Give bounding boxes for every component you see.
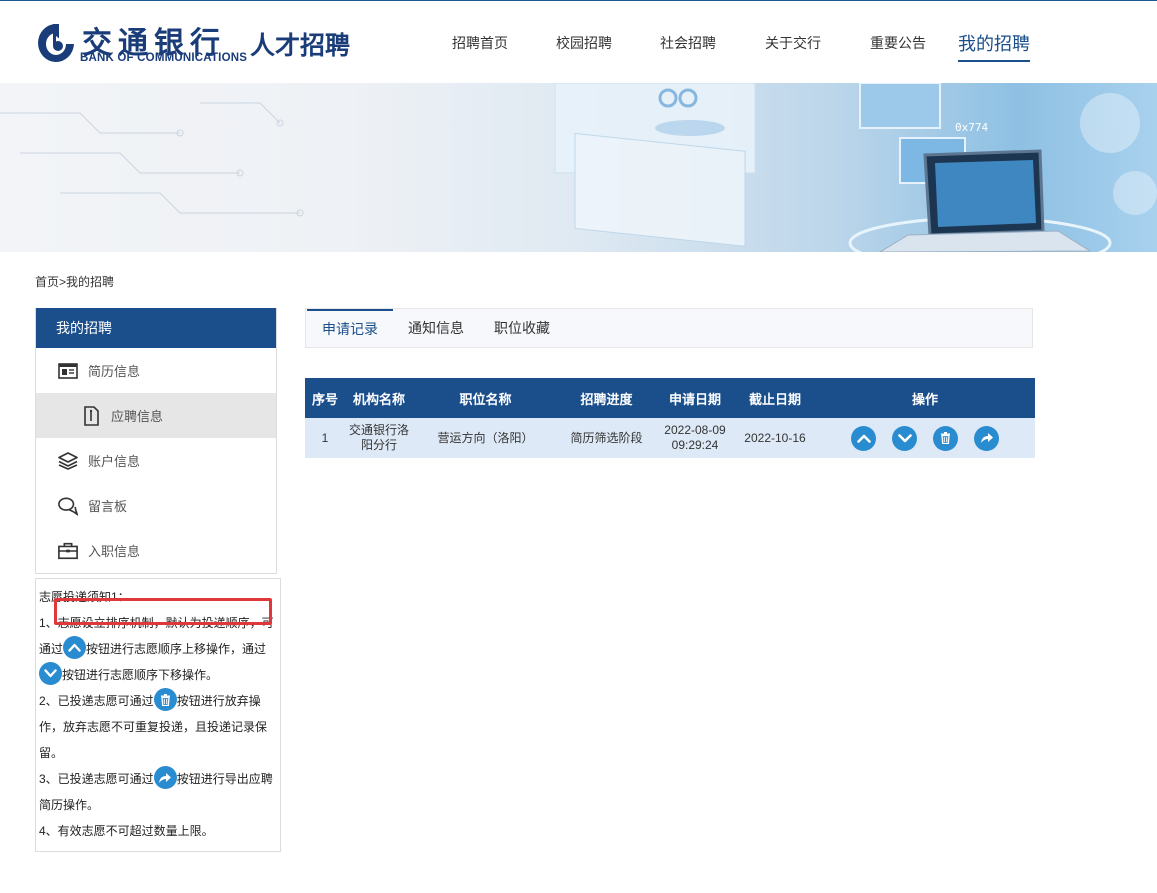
nav-home[interactable]: 招聘首页 xyxy=(452,1,508,84)
notice-title: 志愿投递须知1： xyxy=(39,590,130,604)
sidebar: 我的招聘 简历信息 应聘信息 账户信息 留言板 入职信息 xyxy=(35,308,277,574)
col-header-progress: 招聘进度 xyxy=(558,378,655,418)
briefcase-icon xyxy=(58,541,78,561)
document-icon xyxy=(81,405,101,426)
move-down-icon xyxy=(39,662,62,686)
tab-notifications[interactable]: 通知信息 xyxy=(393,309,479,347)
logo[interactable]: 交通银行 BANK OF COMMUNICATIONS 人才招聘 xyxy=(36,19,350,69)
sidebar-item-onboarding[interactable]: 入职信息 xyxy=(36,528,276,573)
trash-icon xyxy=(153,688,177,712)
bank-logo-icon xyxy=(38,24,74,62)
banner-illustration: 0x774 xyxy=(0,83,1157,252)
breadcrumb: 首页>我的招聘 xyxy=(35,273,114,290)
table-header-row: 序号 机构名称 职位名称 招聘进度 申请日期 截止日期 操作 xyxy=(305,378,1035,418)
logo-english-name: BANK OF COMMUNICATIONS xyxy=(80,52,248,64)
cell-position: 营运方向（洛阳） xyxy=(413,418,558,458)
nav-social[interactable]: 社会招聘 xyxy=(660,1,716,84)
sidebar-item-messages[interactable]: 留言板 xyxy=(36,483,276,528)
col-header-org: 机构名称 xyxy=(345,378,413,418)
tab-favorites[interactable]: 职位收藏 xyxy=(479,309,565,347)
sidebar-item-account[interactable]: 账户信息 xyxy=(36,438,276,483)
sidebar-title: 我的招聘 xyxy=(36,308,276,348)
withdraw-button[interactable] xyxy=(933,425,958,451)
chevron-up-icon xyxy=(856,434,871,443)
logo-subtitle: 人才招聘 xyxy=(250,31,351,60)
sidebar-item-label: 入职信息 xyxy=(88,544,141,559)
banner-hex-text: 0x774 xyxy=(955,121,988,134)
cell-actions xyxy=(815,418,1035,458)
move-up-button[interactable] xyxy=(851,425,876,451)
notice-box: 志愿投递须知1： 1、志愿设立排序机制，默认为投递顺序，可 通过 按钮进行志愿顺序上… xyxy=(35,578,281,852)
sidebar-item-applications[interactable]: 应聘信息 xyxy=(36,393,276,438)
sidebar-item-label: 简历信息 xyxy=(88,364,141,379)
cell-progress: 简历筛选阶段 xyxy=(558,418,655,458)
export-resume-button[interactable] xyxy=(974,425,999,451)
move-up-icon xyxy=(63,636,87,660)
col-header-actions: 操作 xyxy=(815,378,1035,418)
sidebar-item-resume[interactable]: 简历信息 xyxy=(36,348,276,393)
chevron-down-icon xyxy=(897,433,912,442)
nav-campus[interactable]: 校园招聘 xyxy=(556,1,612,84)
cell-no: 1 xyxy=(305,418,345,458)
nav-about[interactable]: 关于交行 xyxy=(765,1,821,84)
notice-rule-4: 4、有效志愿不可超过数量上限。 xyxy=(39,824,214,838)
nav-announcements[interactable]: 重要公告 xyxy=(870,1,926,84)
header: 交通银行 BANK OF COMMUNICATIONS 人才招聘 招聘首页 校园… xyxy=(0,0,1157,83)
share-arrow-icon xyxy=(153,766,177,790)
tab-application-records[interactable]: 申请记录 xyxy=(307,309,393,347)
sidebar-item-label: 应聘信息 xyxy=(111,409,164,424)
nav-my-recruitment[interactable]: 我的招聘 xyxy=(958,1,1030,84)
cell-org: 交通银行洛 阳分行 xyxy=(345,418,413,458)
banner: 0x774 xyxy=(0,83,1157,252)
chat-icon xyxy=(58,496,78,516)
breadcrumb-separator: > xyxy=(59,275,67,289)
sidebar-item-label: 账户信息 xyxy=(88,454,141,469)
resume-icon xyxy=(58,361,78,381)
table-row: 1 交通银行洛 阳分行 营运方向（洛阳） 简历筛选阶段 2022-08-09 09:… xyxy=(305,418,1035,458)
cell-deadline: 2022-10-16 xyxy=(735,418,815,458)
breadcrumb-home[interactable]: 首页 xyxy=(35,275,59,289)
col-header-no: 序号 xyxy=(305,378,345,418)
breadcrumb-current: 我的招聘 xyxy=(66,275,115,289)
col-header-apply-date: 申请日期 xyxy=(655,378,735,418)
trash-icon xyxy=(941,432,950,444)
sidebar-item-label: 留言板 xyxy=(88,499,128,514)
notice-rule-1: 1、志愿设立排序机制，默认为投递顺序，可 通过 按钮进行志愿顺序上移操作，通过 按钮进… xyxy=(39,610,277,688)
col-header-position: 职位名称 xyxy=(413,378,558,418)
applications-table: 序号 机构名称 职位名称 招聘进度 申请日期 截止日期 操作 1 交通银行洛 阳分… xyxy=(305,378,1035,458)
layers-icon xyxy=(58,451,78,471)
cell-apply-date: 2022-08-09 09:29:24 xyxy=(655,418,735,458)
col-header-deadline: 截止日期 xyxy=(735,378,815,418)
notice-rule-2: 2、已投递志愿可通过 按钮进行放弃操 作，放弃志愿不可重复投递，且投递记录保 留。 xyxy=(39,688,277,766)
share-arrow-icon xyxy=(980,433,993,443)
main-nav: 招聘首页 校园招聘 社会招聘 关于交行 重要公告 我的招聘 xyxy=(440,1,1030,84)
tab-bar: 申请记录 通知信息 职位收藏 xyxy=(305,308,1033,348)
move-down-button[interactable] xyxy=(892,425,917,451)
notice-rule-3: 3、已投递志愿可通过 按钮进行导出应聘 简历操作。 xyxy=(39,766,277,818)
